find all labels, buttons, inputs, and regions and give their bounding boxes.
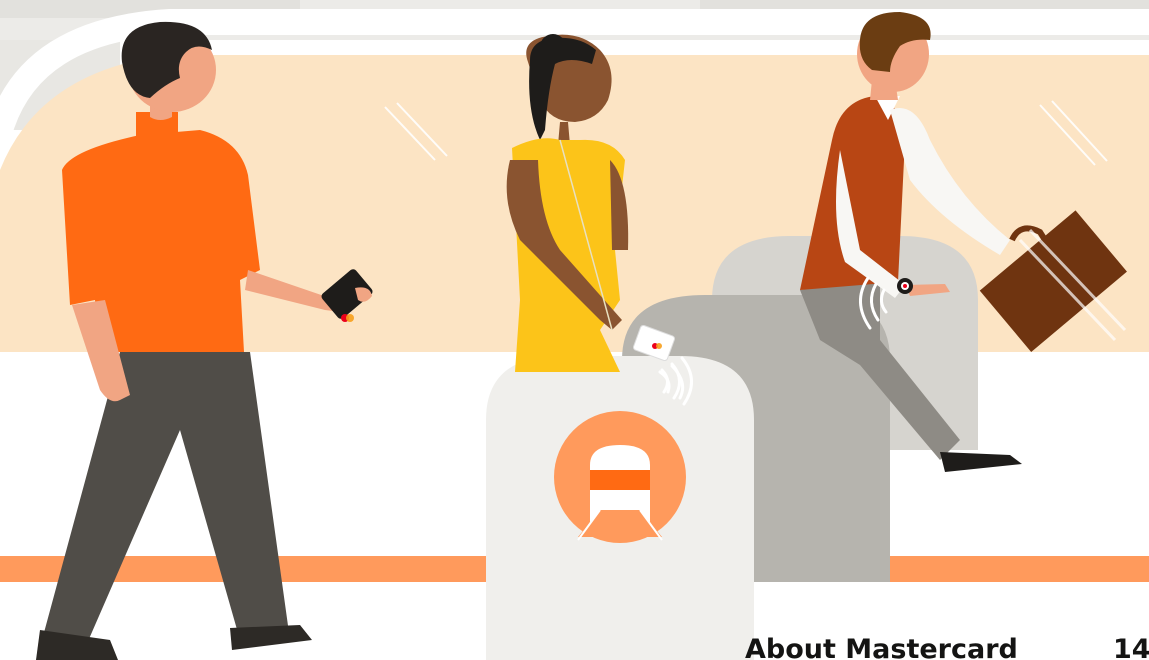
transit-contactless-payment-illustration	[0, 0, 1149, 660]
footer-section-title: About Mastercard	[745, 634, 1018, 660]
page-number: 14	[1113, 634, 1149, 660]
train-icon	[554, 411, 686, 543]
illustration-page: About Mastercard 14	[0, 0, 1149, 660]
